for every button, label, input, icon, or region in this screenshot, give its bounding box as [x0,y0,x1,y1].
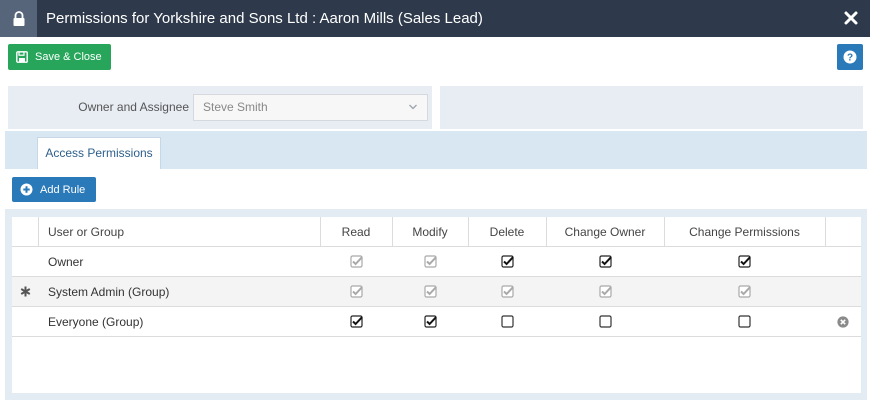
column-header-delete: Delete [489,224,525,239]
delete-checkbox[interactable] [468,247,546,276]
table-row: Everyone (Group) [12,307,861,337]
column-header-user-or-group: User or Group [48,224,125,239]
change-permissions-checkbox [664,277,825,306]
modify-checkbox[interactable] [392,307,468,336]
change-owner-checkbox[interactable] [546,307,664,336]
question-circle-icon: ? [843,50,857,64]
help-button[interactable]: ? [837,44,863,70]
column-header-change-owner: Change Owner [564,224,646,239]
tab-bar: Access Permissions [5,131,867,169]
modify-checkbox [392,247,468,276]
row-user-or-group: Owner [48,254,84,269]
modify-checkbox [392,277,468,306]
owner-select[interactable]: Steve Smith [193,94,428,121]
row-user-or-group: System Admin (Group) [48,284,170,299]
change-permissions-checkbox[interactable] [664,247,825,276]
svg-text:?: ? [847,53,853,64]
column-header-modify: Modify [412,224,448,239]
close-icon[interactable] [842,9,860,27]
table-row: Owner [12,247,861,277]
read-checkbox [320,277,392,306]
delete-checkbox[interactable] [468,307,546,336]
owner-value: Steve Smith [203,100,268,114]
read-checkbox[interactable] [320,307,392,336]
save-close-label: Save & Close [35,51,102,63]
table-row: System Admin (Group) [12,277,861,307]
column-header-change-permissions: Change Permissions [689,224,800,239]
change-owner-checkbox[interactable] [546,247,664,276]
grid-header-row: User or Group Read Modify Delete Change … [12,217,861,247]
row-user-or-group: Everyone (Group) [48,314,144,329]
change-owner-checkbox [546,277,664,306]
add-rule-label: Add Rule [40,183,86,196]
add-rule-button[interactable]: Add Rule [12,177,96,202]
remove-rule-icon[interactable] [825,307,861,336]
window-title: Permissions for Yorkshire and Sons Ltd :… [46,10,483,27]
lock-icon [0,0,37,37]
title-bar: Permissions for Yorkshire and Sons Ltd :… [0,0,870,37]
column-header-read: Read [341,224,371,239]
chevron-down-icon [409,104,417,110]
read-checkbox [320,247,392,276]
save-icon [16,51,28,63]
change-permissions-checkbox[interactable] [664,307,825,336]
permissions-grid: User or Group Read Modify Delete Change … [12,217,861,393]
tab-access-permissions[interactable]: Access Permissions [37,137,161,169]
permissions-grid-container: User or Group Read Modify Delete Change … [5,209,867,400]
plus-circle-icon [20,183,33,196]
owner-label: Owner and Assignee [78,100,189,114]
save-close-button[interactable]: Save & Close [8,44,111,70]
owner-panel: Owner and Assignee Steve Smith [8,86,432,129]
delete-checkbox [468,277,546,306]
info-panel [440,86,863,129]
